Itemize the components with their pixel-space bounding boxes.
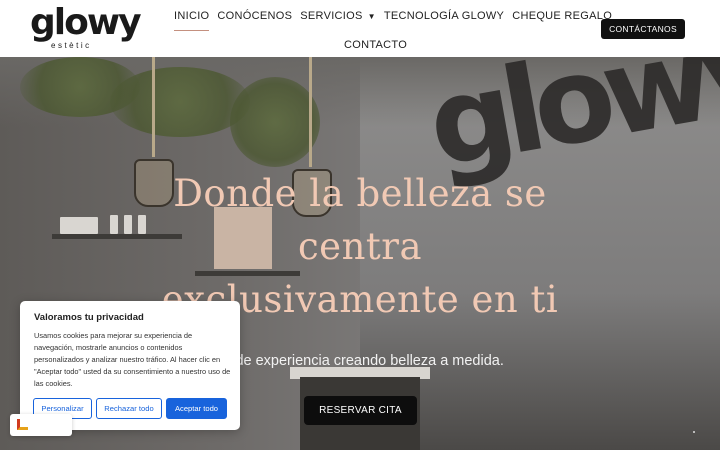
nav-item-conocenos[interactable]: CONÓCENOS: [213, 4, 296, 28]
cookie-banner-title: Valoramos tu privacidad: [34, 312, 144, 323]
contact-button[interactable]: CONTÁCTANOS: [601, 19, 685, 39]
cookie-consent-banner: Valoramos tu privacidad Usamos cookies p…: [20, 301, 240, 430]
vine-decoration: [110, 67, 250, 137]
nav-item-servicios-label: SERVICIOS: [300, 10, 363, 22]
reserve-appointment-button[interactable]: RESERVAR CITA: [304, 396, 417, 425]
cookie-settings-icon: [17, 419, 28, 430]
cookie-reject-button[interactable]: Rechazar todo: [96, 398, 162, 419]
lamp-rope: [152, 57, 155, 157]
shelf-product: [124, 215, 132, 234]
lamp-rope: [309, 57, 312, 167]
nav-item-inicio[interactable]: INICIO: [170, 4, 213, 31]
cookie-banner-text: Usamos cookies para mejorar su experienc…: [34, 331, 231, 388]
site-header: glowy estètic INICIO CONÓCENOS SERVICIOS…: [0, 0, 720, 57]
shelf-product: [60, 217, 98, 234]
cookie-revisit-button[interactable]: [10, 414, 72, 436]
nav-item-tecnologia[interactable]: TECNOLOGÍA GLOWY: [380, 4, 508, 28]
nav-item-contacto[interactable]: CONTACTO: [340, 33, 411, 57]
cookie-accept-button[interactable]: Aceptar todo: [166, 398, 227, 419]
nav-item-servicios[interactable]: SERVICIOS ▼: [296, 4, 380, 28]
logo[interactable]: glowy estètic: [30, 3, 142, 51]
logo-wordmark: glowy: [30, 2, 142, 43]
chevron-down-icon: ▼: [367, 11, 376, 21]
vine-decoration: [230, 77, 320, 167]
nav-item-cheque-regalo[interactable]: CHEQUE REGALO: [508, 4, 616, 28]
shelf-product: [110, 215, 118, 234]
shelf-product: [138, 215, 146, 234]
logo-subtitle: estètic: [51, 41, 92, 50]
scroll-indicator: [693, 431, 695, 433]
